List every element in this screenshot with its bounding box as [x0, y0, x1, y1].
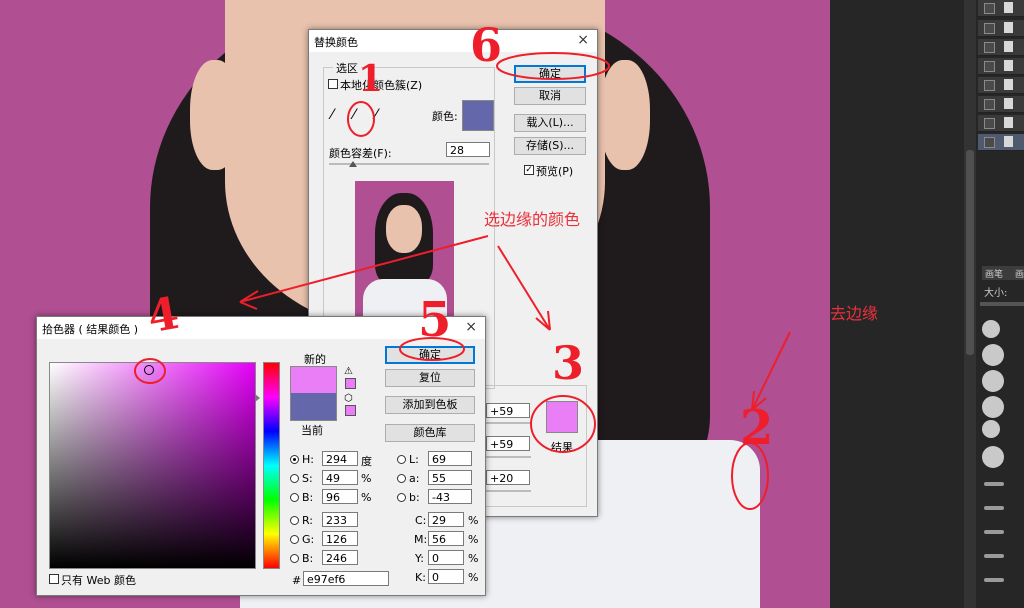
annotation-arrow [497, 245, 551, 331]
annotation-number: 6 [470, 18, 503, 72]
annotation-ellipse [134, 358, 166, 384]
annotation-number: 2 [740, 400, 774, 456]
annotation-number: 3 [552, 336, 585, 390]
annotation-arrow [751, 331, 791, 411]
annotation-ellipse [496, 52, 610, 80]
annotation-remove-edge: 去边缘 [830, 304, 879, 323]
annotation-ellipse [530, 395, 596, 453]
annotation-ellipse [347, 101, 375, 137]
annotation-pick-edge-color: 选边缘的颜色 [484, 210, 581, 229]
annotation-number: 5 [418, 292, 452, 348]
annotation-number: 1 [358, 58, 384, 100]
